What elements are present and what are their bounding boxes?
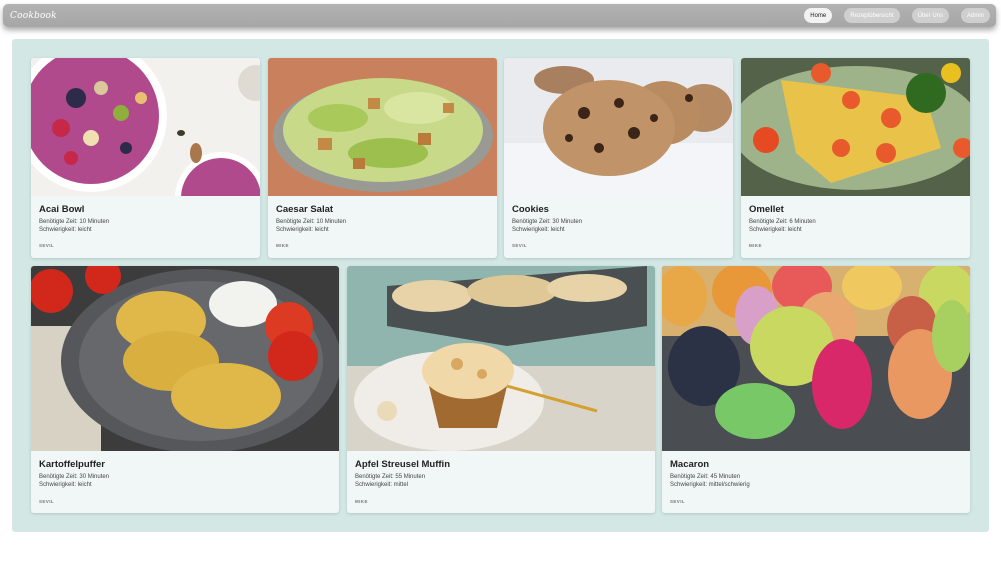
recipe-title: Apfel Streusel Muffin [355, 459, 451, 470]
recipe-card-body: Kartoffelpuffer Benötigte Zeit: 30 Minut… [39, 459, 331, 489]
recipe-card-acai-bowl[interactable]: Acai Bowl Benötigte Zeit: 10 Minuten Sch… [31, 58, 260, 258]
recipe-image-kartoffelpuffer [31, 266, 339, 451]
recipe-image-cookies [504, 58, 733, 196]
recipe-card-kartoffelpuffer[interactable]: Kartoffelpuffer Benötigte Zeit: 30 Minut… [31, 266, 339, 513]
top-navbar: Cookbook Home Rezeptübersicht Über Uns A… [3, 4, 996, 27]
recipe-card-body: Apfel Streusel Muffin Benötigte Zeit: 55… [355, 459, 647, 489]
recipe-card-body: Acai Bowl Benötigte Zeit: 10 Minuten Sch… [39, 204, 252, 234]
recipe-difficulty: Schwierigkeit: mittel [355, 482, 409, 488]
recipe-image-acai-bowl [31, 58, 260, 196]
recipe-difficulty: Schwierigkeit: leicht [749, 227, 802, 233]
recipe-card-macaron[interactable]: Macaron Benötigte Zeit: 45 Minuten Schwi… [662, 266, 970, 513]
recipe-image-caesar-salat [268, 58, 497, 196]
recipe-card-cookies[interactable]: Cookies Benötigte Zeit: 30 Minuten Schwi… [504, 58, 733, 258]
recipe-image-omellet [741, 58, 970, 196]
recipe-time: Benötigte Zeit: 30 Minuten [39, 474, 110, 480]
recipe-difficulty: Schwierigkeit: leicht [512, 227, 565, 233]
recipe-time: Benötigte Zeit: 45 Minuten [670, 474, 741, 480]
recipe-image-apfel-streusel-muffin [347, 266, 655, 451]
recipe-title: Cookies [512, 204, 549, 215]
recipe-difficulty: Schwierigkeit: leicht [39, 227, 92, 233]
recipe-time: Benötigte Zeit: 55 Minuten [355, 474, 426, 480]
recipe-difficulty: Schwierigkeit: mittel/schwierig [670, 482, 750, 488]
recipe-time: Benötigte Zeit: 6 Minuten [749, 219, 816, 225]
recipe-author: SEVIL [39, 499, 55, 504]
nav-about-button[interactable]: Über Uns [911, 8, 949, 23]
recipe-image-macaron [662, 266, 970, 451]
nav-links: Home Rezeptübersicht Über Uns Admin [804, 8, 990, 23]
recipe-time: Benötigte Zeit: 10 Minuten [276, 219, 347, 225]
recipe-card-body: Caesar Salat Benötigte Zeit: 10 Minuten … [276, 204, 489, 234]
recipe-author: MIKE [276, 243, 289, 248]
recipe-time: Benötigte Zeit: 10 Minuten [39, 219, 110, 225]
recipe-author: MIKE [355, 499, 368, 504]
recipe-card-body: Cookies Benötigte Zeit: 30 Minuten Schwi… [512, 204, 725, 234]
recipe-title: Macaron [670, 459, 710, 470]
recipe-title: Acai Bowl [39, 204, 85, 215]
recipe-card-omellet[interactable]: Omellet Benötigte Zeit: 6 Minuten Schwie… [741, 58, 970, 258]
nav-admin-button[interactable]: Admin [960, 8, 990, 23]
nav-recipes-button[interactable]: Rezeptübersicht [844, 8, 900, 23]
recipe-title: Kartoffelpuffer [39, 459, 105, 470]
recipe-author: SEVIL [39, 243, 55, 248]
recipe-grid-panel: Acai Bowl Benötigte Zeit: 10 Minuten Sch… [12, 39, 989, 532]
recipe-card-apfel-streusel-muffin[interactable]: Apfel Streusel Muffin Benötigte Zeit: 55… [347, 266, 655, 513]
recipe-author: MIKE [749, 243, 762, 248]
recipe-difficulty: Schwierigkeit: leicht [39, 482, 92, 488]
recipe-author: SEVIL [670, 499, 686, 504]
recipe-title: Caesar Salat [276, 204, 334, 215]
recipe-author: SEVIL [512, 243, 528, 248]
recipe-card-caesar-salat[interactable]: Caesar Salat Benötigte Zeit: 10 Minuten … [268, 58, 497, 258]
recipe-time: Benötigte Zeit: 30 Minuten [512, 219, 583, 225]
recipe-card-body: Macaron Benötigte Zeit: 45 Minuten Schwi… [670, 459, 962, 489]
recipe-title: Omellet [749, 204, 784, 215]
brand-logo[interactable]: Cookbook [10, 11, 57, 21]
recipe-difficulty: Schwierigkeit: leicht [276, 227, 329, 233]
nav-home-button[interactable]: Home [804, 8, 833, 23]
recipe-card-body: Omellet Benötigte Zeit: 6 Minuten Schwie… [749, 204, 962, 234]
